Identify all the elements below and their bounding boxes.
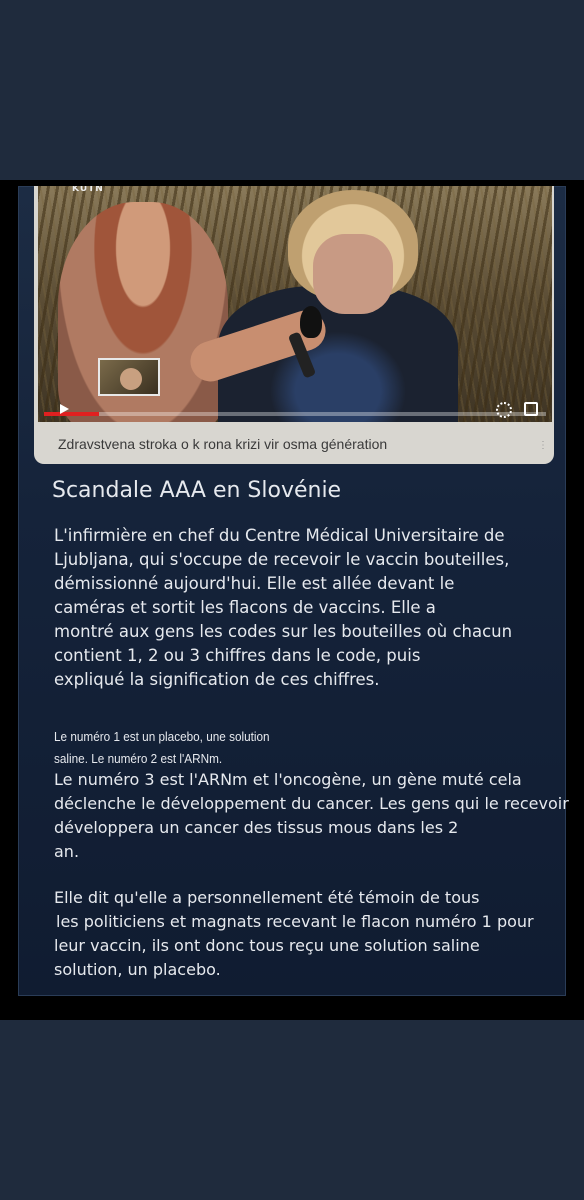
paragraph-line: Le numéro 3 est l'ARNm et l'oncogène, un… — [54, 770, 522, 789]
fullscreen-icon[interactable] — [524, 402, 538, 416]
microphone-icon — [300, 306, 322, 338]
video-player[interactable]: KUTN — [38, 186, 552, 422]
paragraph-line: leur vaccin, ils ont donc tous reçu une … — [54, 936, 480, 955]
paragraph-line: développera un cancer des tissus mous da… — [54, 818, 459, 837]
more-options-icon[interactable]: ⋮ — [538, 440, 548, 451]
paragraph-line: montré aux gens les codes sur les boutei… — [54, 622, 513, 641]
video-progress-fill — [44, 412, 100, 416]
paragraph-line: les politiciens et magnats recevant le f… — [56, 912, 534, 931]
paragraph-2: Le numéro 3 est l'ARNm et l'oncogène, un… — [54, 768, 569, 864]
channel-logo: KUTN — [72, 186, 104, 194]
woman-right-face — [313, 234, 393, 314]
small-line: Le numéro 1 est un placebo, une solution — [54, 730, 270, 744]
post-image[interactable]: KUTN Zdravstvena stroka o k rona krizi v… — [0, 180, 584, 1020]
small-text-block: Le numéro 1 est un placebo, une solution… — [54, 726, 270, 770]
paragraph-line: Ljubljana, qui s'occupe de recevoir le v… — [54, 550, 510, 569]
paragraph-line: démissionné aujourd'hui. Elle est allée … — [54, 574, 455, 593]
paragraph-line: an. — [54, 842, 80, 861]
play-icon[interactable] — [60, 404, 69, 414]
article-panel: KUTN Zdravstvena stroka o k rona krizi v… — [18, 186, 569, 996]
small-line: saline. Le numéro 2 est l'ARNm. — [54, 752, 223, 766]
video-thumbnail-preview — [98, 358, 160, 396]
paragraph-line: déclenche le développement du cancer. Le… — [54, 794, 569, 813]
paragraph-line: solution, un placebo. — [54, 960, 221, 979]
paragraph-1: L'infirmière en chef du Centre Médical U… — [54, 524, 512, 692]
paragraph-line: caméras et sortit les flacons de vaccins… — [54, 598, 436, 617]
settings-icon[interactable] — [496, 402, 512, 418]
paragraph-line: Elle dit qu'elle a personnellement été t… — [54, 888, 480, 907]
video-card[interactable]: KUTN Zdravstvena stroka o k rona krizi v… — [34, 186, 554, 464]
paragraph-line: L'infirmière en chef du Centre Médical U… — [54, 526, 505, 545]
article-headline: Scandale AAA en Slovénie — [52, 478, 342, 503]
video-progress-bar[interactable] — [44, 412, 546, 416]
thumbnail-person — [120, 368, 142, 390]
video-caption: Zdravstvena stroka o k rona krizi vir os… — [58, 436, 388, 452]
paragraph-line: expliqué la signification de ces chiffre… — [54, 670, 380, 689]
paragraph-3: Elle dit qu'elle a personnellement été t… — [54, 886, 534, 982]
paragraph-line: contient 1, 2 ou 3 chiffres dans le code… — [54, 646, 421, 665]
